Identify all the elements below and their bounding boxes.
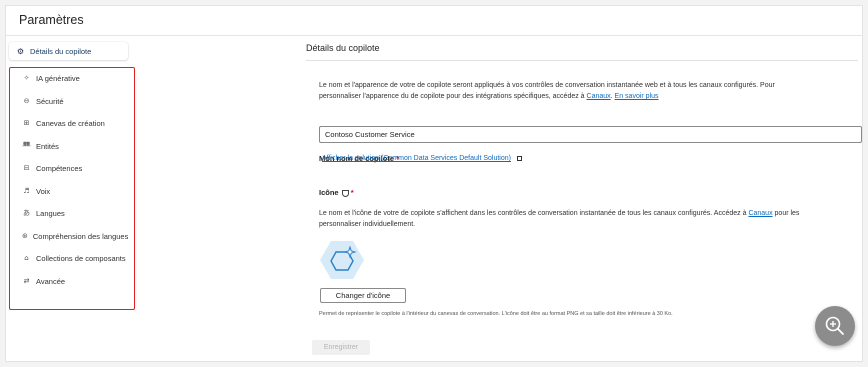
- zoom-in-icon: [825, 316, 844, 335]
- sidebar-item-skills[interactable]: ⊟ Compétences: [22, 161, 135, 175]
- sidebar-item-label: Détails du copilote: [30, 46, 92, 56]
- solution-link-row: Afficher la solution (Common Data Servic…: [322, 153, 522, 164]
- intro-line-2-text: personnaliser l'apparence du de copilote…: [319, 93, 585, 100]
- intro-line-1: Le nom et l'apparence de votre de copilo…: [319, 82, 775, 89]
- brain-icon: ⊛: [22, 232, 28, 240]
- settings-sliders-icon: ⇄: [23, 277, 30, 285]
- sidebar-item-label: Langues: [36, 208, 65, 218]
- skills-icon: ⊟: [23, 164, 30, 172]
- sidebar-item-label: Sécurité: [36, 96, 64, 106]
- sidebar-item-label: Canevas de création: [36, 118, 105, 128]
- learn-more-link[interactable]: En savoir plus: [615, 93, 659, 100]
- required-marker: *: [350, 188, 354, 197]
- grid-icon: ⊞: [23, 119, 30, 127]
- section-title: Détails du copilote: [306, 43, 380, 53]
- sidebar-item-security[interactable]: ⊖ Sécurité: [22, 94, 135, 108]
- sidebar-item-label: Compréhension des langues: [32, 231, 128, 241]
- icon-desc-line-1: Le nom et l'icône de votre de copilote s…: [319, 208, 859, 219]
- lock-icon: ⊖: [23, 97, 30, 105]
- sidebar-item-languages[interactable]: あ Langues: [22, 206, 135, 220]
- sidebar-item-generative-ai[interactable]: ✧ IA générative: [22, 71, 135, 85]
- copilot-icon-preview: [320, 241, 364, 279]
- entity-icon: ᚙ: [22, 142, 31, 150]
- language-icon: あ: [23, 209, 30, 217]
- view-solution-link[interactable]: Afficher la solution (Common Data Servic…: [322, 155, 511, 162]
- voice-icon: ♬: [23, 187, 30, 195]
- save-button[interactable]: Enregistrer: [312, 340, 370, 355]
- page-header: Paramètres: [6, 6, 862, 36]
- change-icon-button[interactable]: Changer d'icône: [320, 288, 406, 303]
- icon-description: Le nom et l'icône de votre de copilote s…: [319, 208, 859, 230]
- sidebar-item-language-understanding[interactable]: ⊛ Compréhension des langues: [22, 229, 128, 243]
- sidebar-item-label: Avancée: [36, 276, 66, 286]
- icon-desc-after: pour les: [774, 210, 800, 217]
- sparkle-icon: ✧: [23, 74, 30, 82]
- sidebar-item-component-collections[interactable]: ⌂ Collections de composants: [22, 251, 128, 265]
- icon-label-text: Icône: [319, 188, 339, 197]
- icon-note: Permet de représenter le copilote à l'in…: [319, 311, 673, 317]
- channels-link[interactable]: Canaux: [587, 93, 611, 100]
- icon-field-label: Icône *: [319, 188, 354, 197]
- icon-desc-text: Le nom et l'icône de votre de copilote s…: [319, 210, 747, 217]
- page-title: Paramètres: [19, 13, 84, 27]
- sidebar-item-label: Collections de composants: [36, 253, 126, 263]
- open-external-icon[interactable]: [516, 155, 522, 161]
- sidebar-item-label: Compétences: [36, 163, 83, 173]
- shield-icon: [341, 189, 349, 197]
- sidebar-item-entities[interactable]: ᚙ Entités: [22, 139, 135, 153]
- sidebar-item-label: IA générative: [36, 73, 80, 83]
- sidebar-item-copilot-details[interactable]: ⚙ Détails du copilote: [9, 42, 128, 60]
- divider: [306, 60, 858, 61]
- zoom-button[interactable]: [815, 306, 855, 346]
- collection-icon: ⌂: [24, 254, 29, 262]
- sidebar-item-authoring-canvas[interactable]: ⊞ Canevas de création: [22, 116, 135, 130]
- gear-icon: ⚙: [16, 46, 25, 56]
- intro-text: Le nom et l'apparence de votre de copilo…: [319, 80, 859, 102]
- sidebar-item-label: Entités: [36, 141, 59, 151]
- copilot-name-input[interactable]: Contoso Customer Service: [319, 126, 862, 143]
- sidebar-item-voice[interactable]: ♬ Voix: [22, 184, 135, 198]
- icon-desc-line-2: personnaliser individuellement.: [319, 221, 416, 228]
- channels-link[interactable]: Canaux: [748, 210, 772, 217]
- sidebar-item-label: Voix: [36, 186, 51, 196]
- intro-line-2: personnaliser l'apparence du de copilote…: [319, 93, 659, 100]
- sidebar-item-advanced[interactable]: ⇄ Avancée: [22, 274, 135, 288]
